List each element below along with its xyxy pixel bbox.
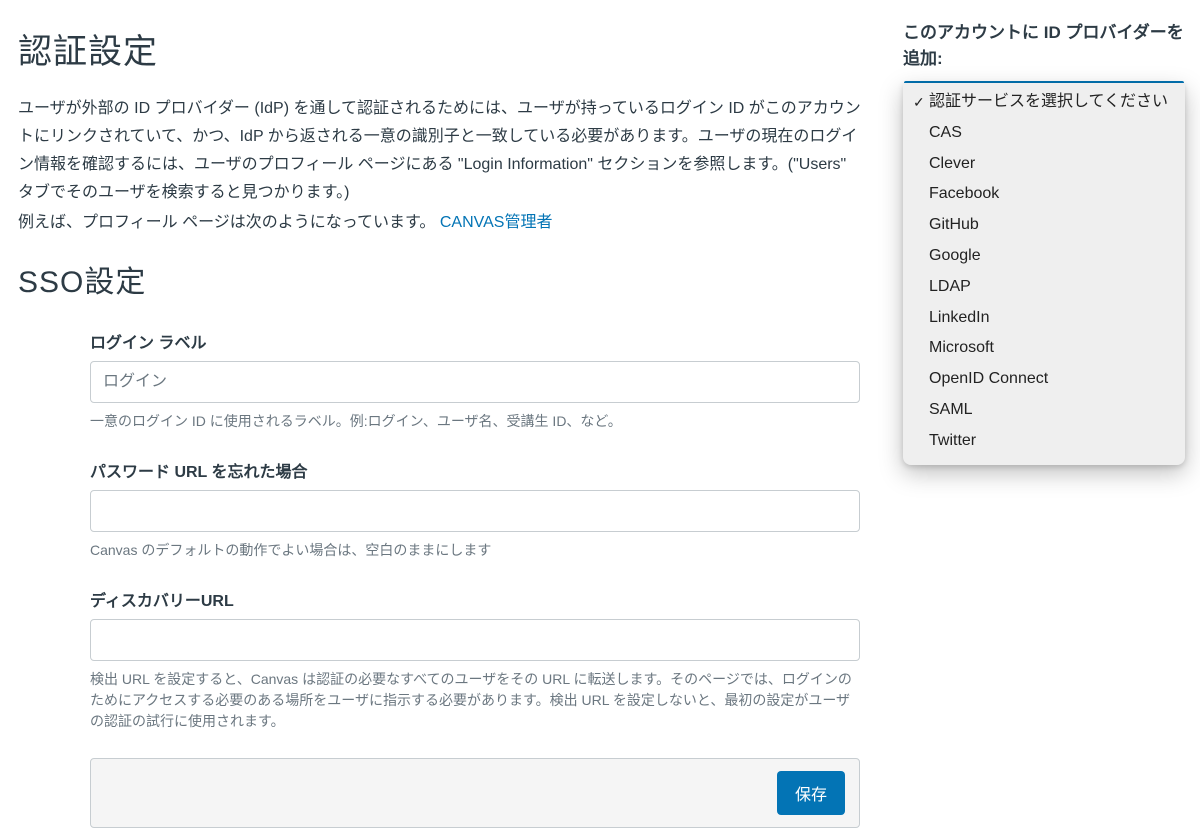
- intro-prefix: 例えば、プロフィール ページは次のようになっています。: [18, 214, 440, 231]
- password-url-help: Canvas のデフォルトの動作でよい場合は、空白のままにします: [90, 540, 860, 561]
- provider-select-options: ✓認証サービスを選択してください CAS Clever Facebook GitHub G…: [903, 83, 1185, 465]
- password-url-input[interactable]: [90, 490, 860, 532]
- add-provider-title: このアカウントに ID プロバイダーを追加:: [903, 20, 1185, 71]
- add-provider-panel: このアカウントに ID プロバイダーを追加: ✓認証サービスを選択してください C…: [903, 20, 1185, 465]
- provider-option-label: Google: [929, 244, 1171, 269]
- provider-option-label: Facebook: [929, 182, 1171, 207]
- provider-option[interactable]: Google: [903, 241, 1185, 272]
- save-button[interactable]: 保存: [777, 771, 845, 815]
- provider-option[interactable]: Clever: [903, 149, 1185, 180]
- login-label-help: 一意のログイン ID に使用されるラベル。例:ログイン、ユーザ名、受講生 ID、…: [90, 411, 860, 432]
- password-url-group: パスワード URL を忘れた場合 Canvas のデフォルトの動作でよい場合は、…: [90, 458, 860, 561]
- provider-option[interactable]: LinkedIn: [903, 303, 1185, 334]
- form-button-bar: 保存: [90, 758, 860, 828]
- provider-select[interactable]: ✓認証サービスを選択してください CAS Clever Facebook GitHub G…: [903, 81, 1185, 465]
- canvas-admin-link[interactable]: CANVAS管理者: [440, 214, 553, 231]
- provider-option[interactable]: Twitter: [903, 426, 1185, 457]
- discovery-url-help: 検出 URL を設定すると、Canvas は認証の必要なすべてのユーザをその U…: [90, 669, 860, 732]
- check-icon: ✓: [913, 92, 929, 114]
- provider-option-label: Microsoft: [929, 336, 1171, 361]
- intro-paragraph-2: 例えば、プロフィール ページは次のようになっています。 CANVAS管理者: [18, 209, 864, 237]
- main-content: 認証設定 ユーザが外部の ID プロバイダー (IdP) を通して認証されるため…: [18, 24, 864, 828]
- provider-option[interactable]: LDAP: [903, 272, 1185, 303]
- discovery-url-input[interactable]: [90, 619, 860, 661]
- provider-option[interactable]: CAS: [903, 118, 1185, 149]
- provider-option[interactable]: Microsoft: [903, 333, 1185, 364]
- provider-option-label: 認証サービスを選択してください: [929, 90, 1171, 115]
- login-label-input[interactable]: [90, 361, 860, 403]
- page-title: 認証設定: [18, 24, 864, 73]
- provider-option[interactable]: Facebook: [903, 179, 1185, 210]
- password-url-title: パスワード URL を忘れた場合: [90, 458, 860, 482]
- login-label-title: ログイン ラベル: [90, 329, 860, 353]
- provider-option-label: LDAP: [929, 275, 1171, 300]
- provider-option-label: SAML: [929, 398, 1171, 423]
- discovery-url-group: ディスカバリーURL 検出 URL を設定すると、Canvas は認証の必要なす…: [90, 587, 860, 732]
- provider-option[interactable]: GitHub: [903, 210, 1185, 241]
- login-label-group: ログイン ラベル 一意のログイン ID に使用されるラベル。例:ログイン、ユーザ…: [90, 329, 860, 432]
- provider-option[interactable]: OpenID Connect: [903, 364, 1185, 395]
- provider-option-label: Clever: [929, 152, 1171, 177]
- provider-option-label: OpenID Connect: [929, 367, 1171, 392]
- provider-option-label: LinkedIn: [929, 306, 1171, 331]
- provider-option[interactable]: ✓認証サービスを選択してください: [903, 87, 1185, 118]
- intro-paragraph-1: ユーザが外部の ID プロバイダー (IdP) を通して認証されるためには、ユー…: [18, 95, 864, 207]
- provider-option-label: CAS: [929, 121, 1171, 146]
- sso-settings-title: SSO設定: [18, 257, 864, 301]
- provider-option-label: GitHub: [929, 213, 1171, 238]
- sso-form: ログイン ラベル 一意のログイン ID に使用されるラベル。例:ログイン、ユーザ…: [90, 329, 860, 828]
- discovery-url-title: ディスカバリーURL: [90, 587, 860, 611]
- provider-option[interactable]: SAML: [903, 395, 1185, 426]
- provider-option-label: Twitter: [929, 429, 1171, 454]
